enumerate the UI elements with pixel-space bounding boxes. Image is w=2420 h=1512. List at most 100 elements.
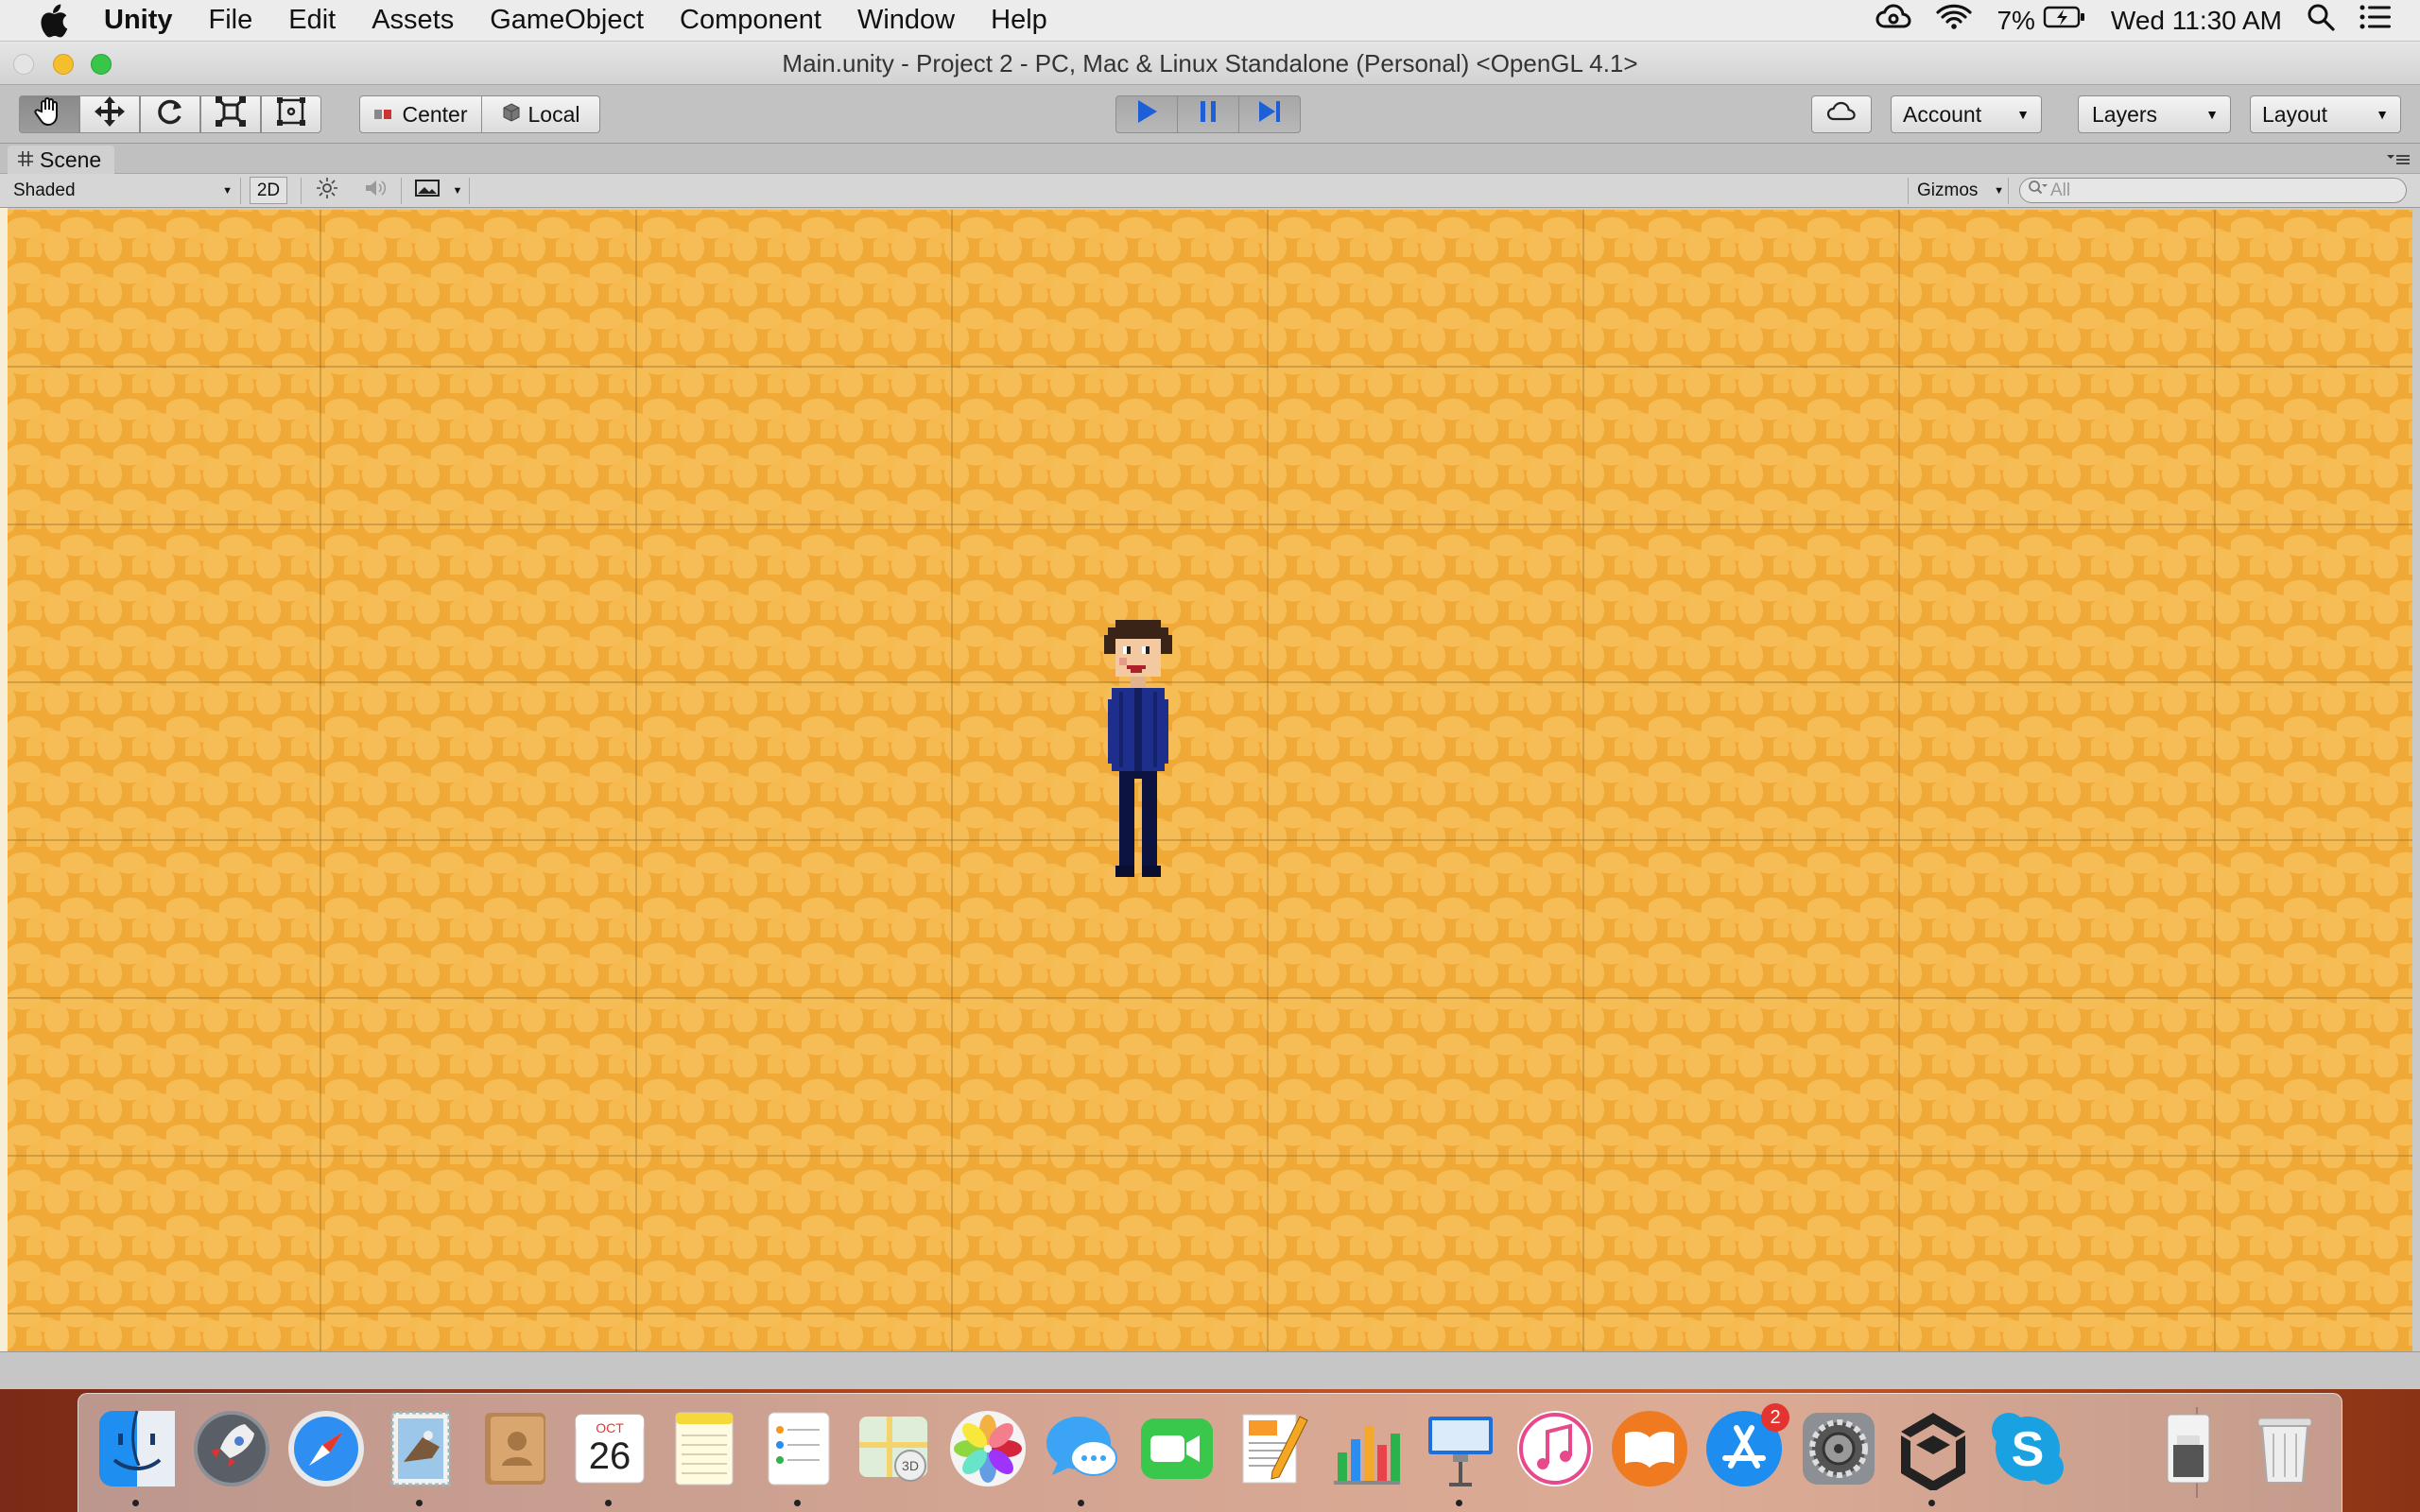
dock-trash-icon[interactable]: [2243, 1407, 2326, 1490]
apple-menu-icon[interactable]: [38, 4, 76, 38]
menu-window[interactable]: Window: [857, 5, 955, 36]
layers-dropdown[interactable]: Layers ▼: [2078, 95, 2231, 133]
menu-bar: Unity File Edit Assets GameObject Compon…: [0, 0, 2420, 42]
menubar-clock[interactable]: Wed 11:30 AM: [2111, 6, 2282, 36]
dock-photos-icon[interactable]: [946, 1407, 1029, 1490]
calendar-day: 26: [588, 1435, 631, 1477]
layers-label: Layers: [2092, 101, 2158, 127]
hand-icon: [33, 95, 65, 133]
dock-skype-icon[interactable]: S: [1986, 1407, 2069, 1490]
rect-tool-button[interactable]: [261, 95, 321, 133]
2d-mode-toggle[interactable]: 2D: [250, 177, 287, 204]
scene-effects-toggle[interactable]: [412, 177, 442, 204]
dock-facetime-icon[interactable]: [1135, 1407, 1219, 1490]
dock-calendar-icon[interactable]: OCT 26: [568, 1407, 651, 1490]
menu-gameobject[interactable]: GameObject: [490, 5, 644, 36]
rect-transform-icon: [275, 95, 307, 133]
dock: OCT 26 3D 2 S: [78, 1393, 2342, 1512]
chevron-down-icon: ▼: [2016, 107, 2030, 122]
search-icon: [2028, 180, 2048, 202]
spotlight-search-icon[interactable]: [2307, 3, 2335, 39]
dock-messages-icon[interactable]: [1041, 1407, 1124, 1490]
collab-cloud-button[interactable]: [1811, 95, 1872, 133]
menu-assets[interactable]: Assets: [372, 5, 454, 36]
unity-toolbar: Center Local Account ▼ Layers ▼ Layout ▼: [0, 85, 2420, 144]
dock-downloads-stack-icon[interactable]: [2147, 1407, 2230, 1490]
tab-scene-label: Scene: [40, 146, 102, 172]
play-icon: [1132, 97, 1161, 131]
menu-file[interactable]: File: [209, 5, 253, 36]
wifi-icon[interactable]: [1936, 4, 1973, 38]
dock-reminders-icon[interactable]: [757, 1407, 840, 1490]
layout-label: Layout: [2262, 101, 2328, 127]
shading-mode-dropdown[interactable]: Shaded ▼: [13, 177, 233, 204]
dock-numbers-icon[interactable]: [1324, 1407, 1408, 1490]
step-forward-icon: [1255, 97, 1284, 131]
scale-tool-button[interactable]: [200, 95, 261, 133]
move-tool-button[interactable]: [79, 95, 140, 133]
dock-maps-icon[interactable]: 3D: [852, 1407, 935, 1490]
dock-launchpad-icon[interactable]: [190, 1407, 273, 1490]
dock-appstore-icon[interactable]: 2: [1703, 1403, 1789, 1490]
svg-text:3D: 3D: [902, 1458, 919, 1473]
pivot-center-label: Center: [402, 101, 468, 127]
dock-safari-icon[interactable]: [285, 1407, 368, 1490]
effects-dropdown[interactable]: ▼: [450, 177, 465, 204]
running-indicator: [794, 1500, 801, 1506]
notification-center-icon[interactable]: [2360, 5, 2392, 37]
pivot-center-toggle[interactable]: Center: [359, 95, 482, 133]
player-character-sprite[interactable]: [1104, 620, 1172, 877]
chevron-down-icon: ▼: [2205, 107, 2219, 122]
sun-icon: [316, 177, 338, 205]
play-button[interactable]: [1115, 95, 1178, 133]
battery-charging-icon[interactable]: [2043, 5, 2086, 37]
scene-tab-bar: Scene: [0, 144, 2420, 174]
panel-menu-icon[interactable]: [2386, 149, 2411, 173]
dock-itunes-icon[interactable]: [1513, 1407, 1597, 1490]
rotate-tool-button[interactable]: [140, 95, 200, 133]
menu-component[interactable]: Component: [680, 5, 821, 36]
dock-keynote-icon[interactable]: [1419, 1407, 1502, 1490]
scene-view[interactable]: [8, 210, 2412, 1351]
scene-audio-toggle[interactable]: [361, 177, 391, 204]
tab-scene[interactable]: Scene: [8, 146, 115, 174]
scene-toolbar: Shaded ▼ 2D ▼ Gizmos ▼ All: [0, 174, 2420, 208]
chevron-down-icon: ▼: [222, 184, 233, 197]
pause-button[interactable]: [1177, 95, 1239, 133]
dock-system-preferences-icon[interactable]: [1797, 1407, 1880, 1490]
hand-tool-button[interactable]: [19, 95, 79, 133]
layout-dropdown[interactable]: Layout ▼: [2250, 95, 2401, 133]
running-indicator: [416, 1500, 423, 1506]
dock-unity-icon[interactable]: [1892, 1407, 1975, 1492]
hierarchy-search-field[interactable]: All: [2019, 178, 2407, 203]
account-label: Account: [1903, 101, 1982, 127]
dock-pages-icon[interactable]: [1230, 1407, 1313, 1490]
menu-help[interactable]: Help: [991, 5, 1047, 36]
battery-percent: 7%: [1996, 6, 2035, 35]
pivot-center-icon: [373, 102, 394, 128]
dock-finder-icon[interactable]: [95, 1407, 179, 1490]
dock-contacts-icon[interactable]: [474, 1407, 557, 1490]
step-button[interactable]: [1238, 95, 1301, 133]
image-effects-icon: [415, 179, 440, 203]
dock-notes-icon[interactable]: [663, 1407, 746, 1490]
rotate-icon: [154, 95, 186, 133]
menu-edit[interactable]: Edit: [288, 5, 336, 36]
account-dropdown[interactable]: Account ▼: [1891, 95, 2042, 133]
gizmos-dropdown[interactable]: Gizmos ▼: [1917, 177, 2004, 204]
calendar-month: OCT: [596, 1420, 624, 1435]
menu-app-unity[interactable]: Unity: [104, 5, 173, 36]
pivot-local-toggle[interactable]: Local: [481, 95, 600, 133]
cloud-icon: [1826, 101, 1857, 128]
dock-mail-icon[interactable]: [379, 1407, 462, 1490]
2d-mode-label: 2D: [256, 180, 281, 200]
scene-lighting-toggle[interactable]: [312, 177, 342, 204]
svg-text:S: S: [2012, 1422, 2045, 1477]
chevron-down-icon: ▼: [1994, 184, 2004, 197]
dock-ibooks-icon[interactable]: [1608, 1407, 1691, 1490]
chevron-down-icon: ▼: [452, 184, 463, 197]
creative-cloud-icon[interactable]: [1876, 4, 1911, 38]
pivot-local-label: Local: [527, 101, 580, 127]
scene-view-left-edge: [0, 208, 8, 1351]
scale-icon: [215, 95, 247, 133]
